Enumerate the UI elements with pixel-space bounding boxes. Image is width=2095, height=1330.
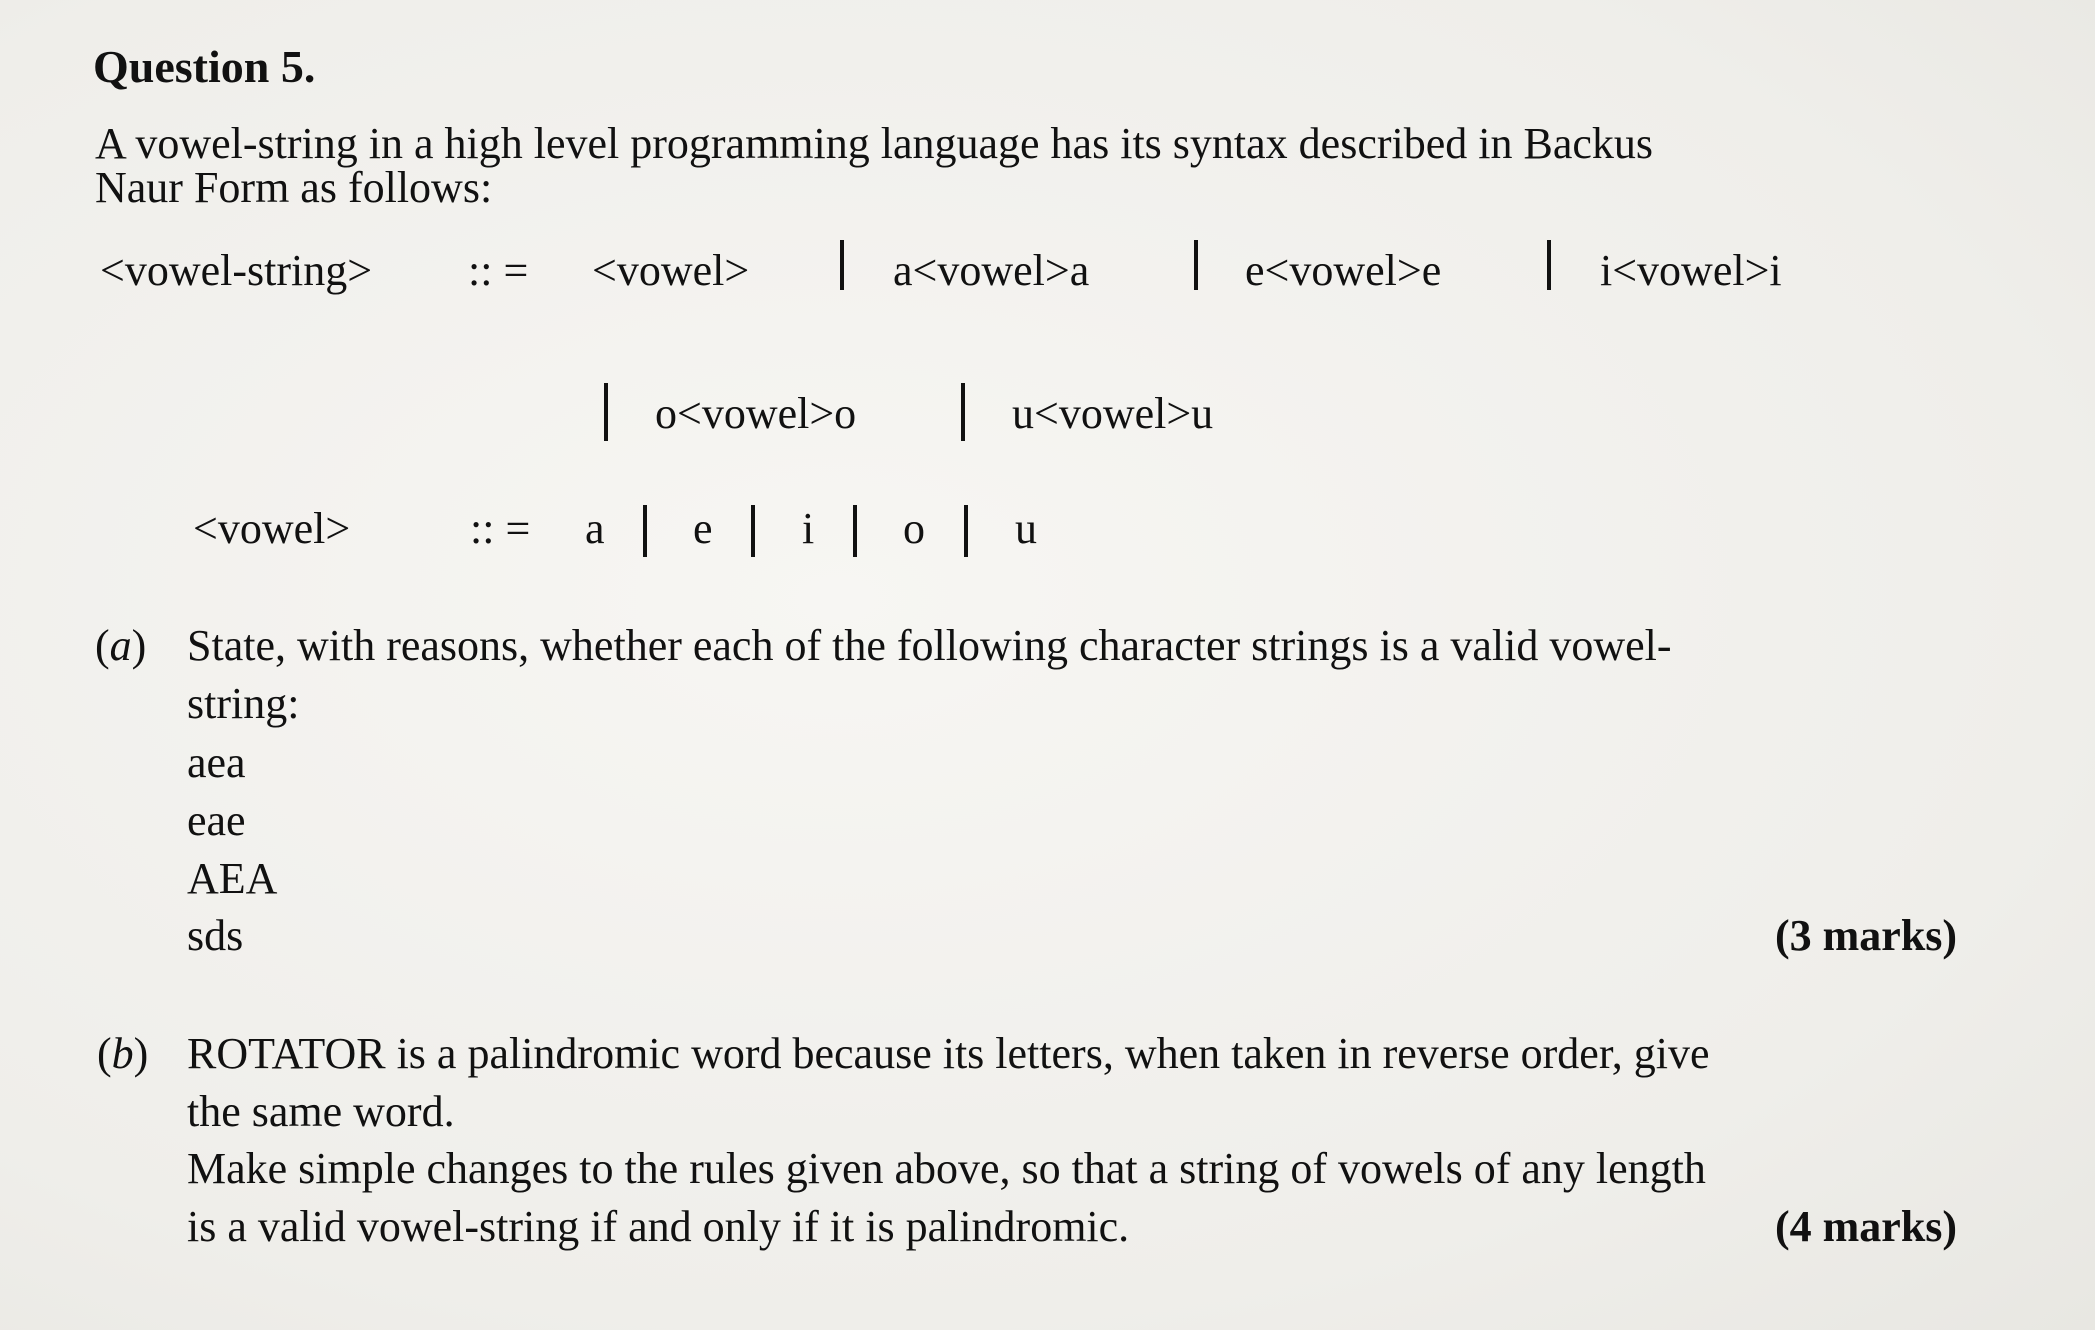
bnf-vowel-option: u [1015, 504, 1037, 553]
bnf-vowel-option: i [802, 504, 815, 553]
part-b-label: (b) [97, 1029, 149, 1078]
bnf-vowel-option: e [693, 504, 713, 553]
bnf-define-operator: :: = [470, 504, 531, 553]
bnf-lhs-vowel-string: <vowel-string> [100, 246, 373, 295]
intro-line-2: Naur Form as follows: [95, 163, 493, 212]
part-a-text-line-2: string: [187, 679, 300, 728]
bnf-alternative: u<vowel>u [1012, 389, 1214, 438]
bnf-lhs-vowel: <vowel> [193, 504, 351, 553]
bnf-alternative: a<vowel>a [893, 246, 1090, 295]
bnf-vowel-option: a [585, 504, 605, 553]
bnf-separator [1194, 240, 1198, 290]
bnf-separator [840, 240, 844, 290]
bnf-alternative: o<vowel>o [655, 389, 857, 438]
bnf-separator [604, 383, 608, 441]
question-title: Question 5. [93, 41, 316, 92]
part-b-text-line-2: the same word. [187, 1087, 455, 1136]
bnf-alternative: i<vowel>i [1600, 246, 1782, 295]
part-b-text-line-1: ROTATOR is a palindromic word because it… [187, 1029, 1710, 1078]
part-a-label: (a) [95, 621, 147, 670]
bnf-alternative: <vowel> [592, 246, 750, 295]
exam-page: Question 5. A vowel-string in a high lev… [0, 0, 2095, 1330]
bnf-separator [853, 505, 857, 557]
part-b-marks: (4 marks) [1775, 1202, 1958, 1251]
part-b-text-line-3: Make simple changes to the rules given a… [187, 1144, 1706, 1193]
candidate-string: sds [187, 911, 244, 960]
candidate-string: AEA [187, 854, 278, 903]
bnf-alternative: e<vowel>e [1245, 246, 1442, 295]
bnf-separator [751, 505, 755, 557]
bnf-separator [1547, 240, 1551, 290]
bnf-define-operator: :: = [468, 246, 529, 295]
candidate-string: aea [187, 738, 246, 787]
part-a-text-line-1: State, with reasons, whether each of the… [187, 621, 1672, 670]
bnf-separator [643, 505, 647, 557]
bnf-separator [961, 383, 965, 441]
candidate-string: eae [187, 796, 246, 845]
bnf-separator [964, 505, 968, 557]
part-b-text-line-4: is a valid vowel-string if and only if i… [187, 1202, 1130, 1251]
bnf-vowel-option: o [903, 504, 925, 553]
part-a-marks: (3 marks) [1775, 911, 1958, 960]
